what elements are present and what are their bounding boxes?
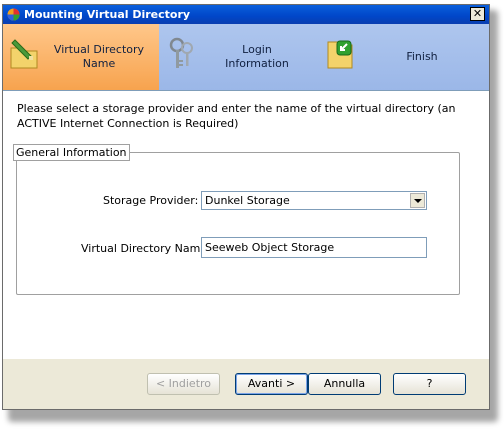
step-label-virtual-directory-name: Virtual Directory Name bbox=[53, 43, 145, 70]
folder-edit-icon bbox=[10, 39, 38, 69]
instruction-text: Please select a storage provider and ent… bbox=[17, 102, 456, 130]
wizard-steps: Virtual Directory Name Login Information… bbox=[3, 24, 489, 91]
storage-provider-select[interactable]: Dunkel Storage bbox=[201, 191, 427, 210]
virtual-directory-name-input[interactable] bbox=[201, 237, 427, 258]
help-button[interactable]: ? bbox=[393, 373, 466, 395]
step-label-finish: Finish bbox=[406, 50, 438, 63]
window-title: Mounting Virtual Directory bbox=[24, 8, 191, 21]
wizard-content: Please select a storage provider and ent… bbox=[3, 91, 489, 359]
next-button[interactable]: Avanti > bbox=[235, 373, 308, 395]
wizard-footer: < Indietro Avanti > Annulla ? bbox=[3, 359, 489, 409]
general-information-group bbox=[16, 152, 460, 295]
close-button[interactable]: ✕ bbox=[470, 7, 485, 21]
step-label-login-information: Login Information bbox=[225, 43, 289, 70]
storage-provider-label: Storage Provider: bbox=[103, 194, 199, 207]
title-bar[interactable]: Mounting Virtual Directory ✕ bbox=[3, 5, 489, 24]
keys-icon bbox=[169, 37, 193, 68]
step-virtual-directory-name[interactable]: Virtual Directory Name bbox=[3, 24, 159, 90]
step-login-information[interactable]: Login Information bbox=[161, 24, 317, 90]
storage-provider-value: Dunkel Storage bbox=[205, 194, 290, 207]
chevron-down-icon[interactable] bbox=[410, 193, 425, 208]
group-title: General Information bbox=[13, 144, 130, 161]
virtual-directory-name-label: Virtual Directory Name bbox=[81, 242, 208, 255]
back-button[interactable]: < Indietro bbox=[147, 373, 220, 395]
wizard-window: Mounting Virtual Directory ✕ Virtual Dir… bbox=[2, 4, 490, 410]
finish-icon bbox=[327, 40, 353, 69]
app-icon bbox=[7, 8, 20, 21]
step-finish[interactable]: Finish bbox=[319, 24, 489, 90]
cancel-button[interactable]: Annulla bbox=[308, 373, 381, 395]
